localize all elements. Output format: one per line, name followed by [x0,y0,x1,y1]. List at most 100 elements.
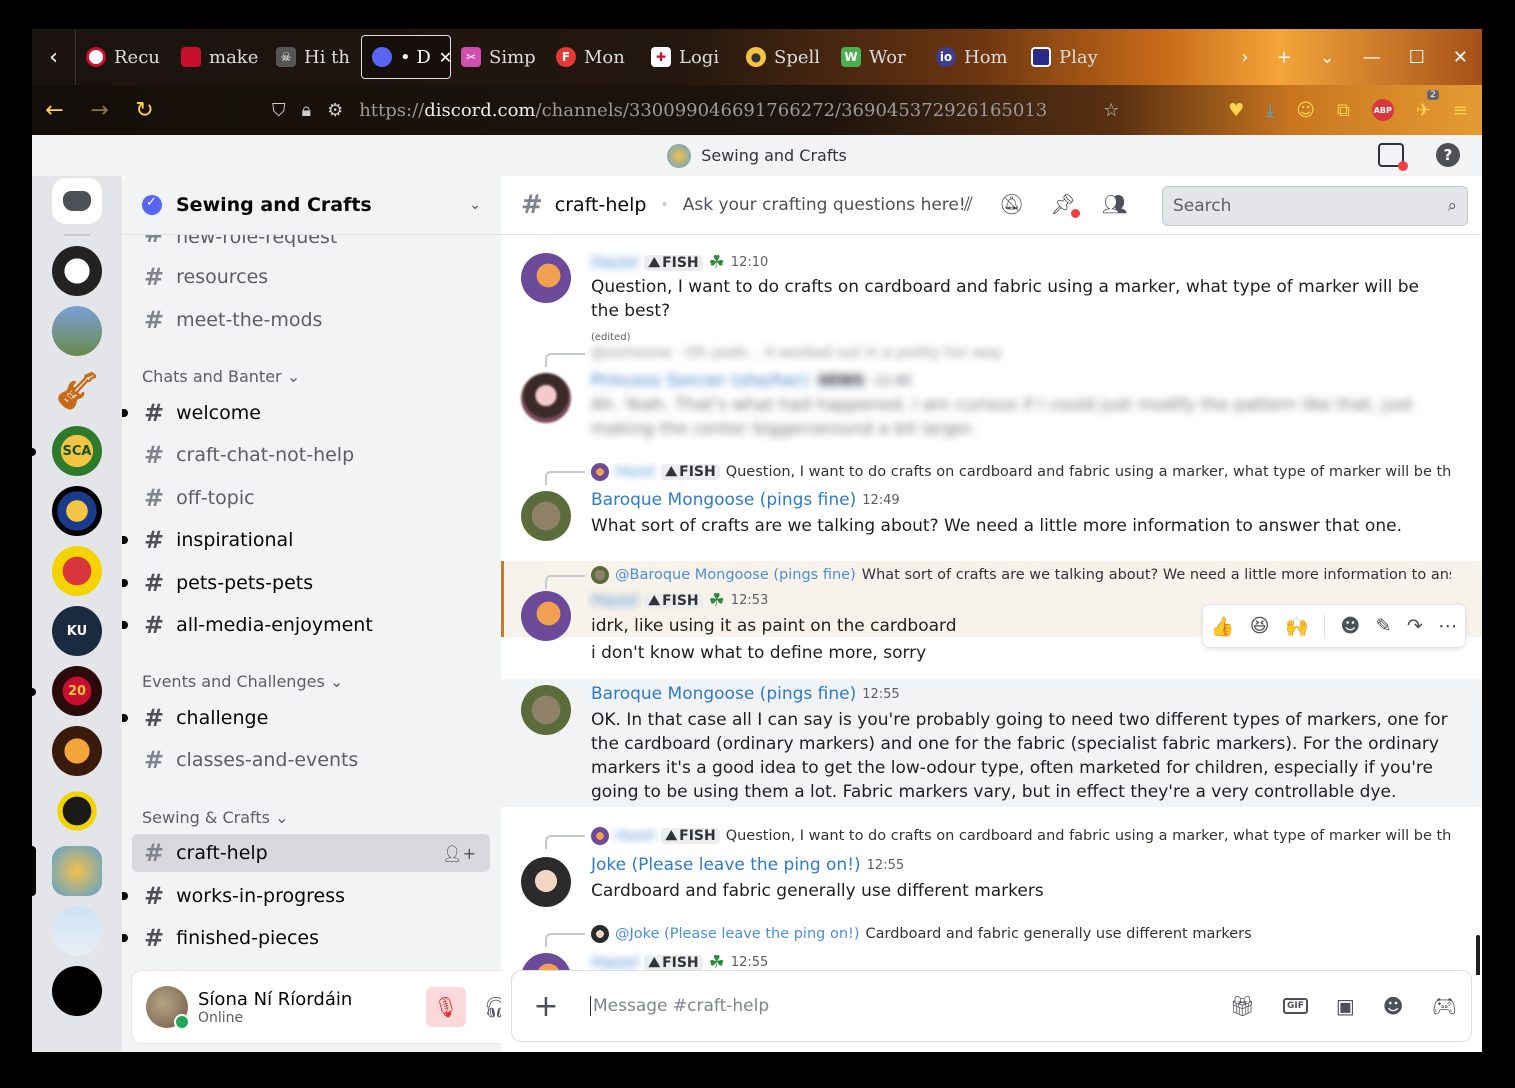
maximize-icon[interactable]: ☐ [1409,47,1425,68]
server-ku-icon[interactable]: KU [52,606,102,656]
author-name[interactable]: Baroque Mongoose (pings fine) [591,490,856,510]
tab-8[interactable]: W Wor [831,35,926,79]
server-shield-icon[interactable] [52,786,102,836]
timestamp[interactable]: 12:55 [867,858,904,873]
laughing-reaction-icon[interactable]: 😆 [1250,615,1270,637]
inbox-icon[interactable] [1378,143,1408,171]
avatar[interactable] [521,373,571,423]
author-name[interactable]: Hazel [591,591,638,611]
tab-7[interactable]: ● Spell [736,35,831,79]
forward-arrow-icon[interactable]: ↷ [1407,615,1423,637]
message-composer[interactable]: + Message #craft-help 🎁︎ GIF ▣ ☻ 🎮︎ [511,970,1472,1042]
notification-bell-muted-icon[interactable]: 🔕︎ [999,192,1024,216]
avatar[interactable] [521,253,571,303]
tab-9[interactable]: io Hom [926,35,1021,79]
message[interactable]: @someone · Oh yeah... it worked out in a… [501,335,1482,443]
pocket-icon[interactable]: ♥ [1228,100,1244,121]
edit-pencil-icon[interactable]: ✎ [1376,615,1392,637]
reply-preview[interactable]: @someone · Oh yeah... it worked out in a… [591,345,1451,361]
timestamp[interactable]: 12:10 [731,255,768,270]
message[interactable]: Hazel ⛰ FISH Question, I want to do craft… [501,821,1482,911]
extension-notify-icon[interactable]: ✈ 2 [1416,89,1439,121]
server-bird-icon[interactable] [52,246,102,296]
tab-0[interactable]: Recu [76,35,171,79]
timestamp[interactable]: 12:55 [862,687,899,702]
close-window-icon[interactable]: ✕ [1453,47,1468,68]
message[interactable]: Hazel ⛰ FISH ☘ 12:10 Question, I want to … [501,235,1482,343]
tab-2[interactable]: ☠ Hi th [266,35,361,79]
user-avatar[interactable] [146,986,190,1030]
tab-list-chevron-icon[interactable]: ⌄ [1320,47,1335,68]
avatar[interactable] [521,857,571,907]
avatar[interactable] [521,685,571,735]
pinned-messages-icon[interactable]: 📌︎ [1050,192,1080,218]
headphones-icon[interactable]: 🎧︎ [476,987,501,1027]
adblock-icon[interactable]: ABP [1371,99,1394,121]
server-sca-icon[interactable]: SCA [52,426,102,476]
thumbs-up-reaction-icon[interactable]: 👍 [1211,615,1235,638]
server-knot-icon[interactable] [52,726,102,776]
scrollbar-thumb[interactable] [1476,935,1480,975]
channel-off-topic[interactable]: # off-topic [132,479,490,517]
category-sewing-and-crafts[interactable]: Sewing & Crafts ⌄ [142,808,289,827]
author-name[interactable]: Hazel [591,253,638,273]
timestamp[interactable]: 12:49 [862,493,899,508]
mute-microphone-icon[interactable]: 🎙︎ [426,987,466,1027]
reply-preview[interactable]: @Joke (Please leave the ping on!) Cardbo… [591,925,1451,943]
sticker-icon[interactable]: ▣ [1336,994,1355,1018]
tab-3-active[interactable]: • D ✕ [361,35,451,79]
server-d20-icon[interactable]: 20 [52,666,102,716]
emoji-icon[interactable]: ☻ [1383,994,1404,1018]
member-list-icon[interactable]: 👥︎ [1102,192,1127,216]
channel-finished-pieces[interactable]: # finished-pieces [122,919,490,957]
tab-6[interactable]: ✚ Logi [641,35,736,79]
chevron-down-icon[interactable]: ⌄ [469,197,481,213]
activities-gamepad-icon[interactable]: 🎮︎ [1432,994,1457,1018]
server-sun-icon[interactable] [52,486,102,536]
channel-challenge[interactable]: # challenge [122,699,490,737]
reply-preview[interactable]: Hazel ⛰ FISH Question, I want to do craft… [591,827,1451,845]
profile-icon[interactable]: ☺ [1296,100,1315,121]
new-tab-icon[interactable]: + [1277,47,1292,68]
message-hovered[interactable]: Baroque Mongoose (pings fine) 12:55 OK. … [501,679,1482,807]
channel-craft-help[interactable]: # craft-help 👤︎+ [132,834,490,872]
timestamp[interactable]: 12:53 [731,593,768,608]
author-name[interactable]: Joke (Please leave the ping on!) [591,855,861,875]
help-icon[interactable]: ? [1436,143,1460,167]
threads-icon[interactable]: ⫽ [964,192,973,216]
channel-resources[interactable]: # resources [132,258,490,296]
channel-works-in-progress[interactable]: # works-in-progress [122,877,490,915]
add-attachment-icon[interactable]: + [526,989,566,1024]
tab-1[interactable]: make [171,35,266,79]
avatar[interactable] [521,491,571,541]
reload-icon[interactable]: ↻ [122,98,167,123]
avatar[interactable] [521,591,571,641]
more-options-icon[interactable]: ⋯ [1438,615,1457,637]
timestamp[interactable]: 12:48 [874,374,911,389]
menu-icon[interactable]: ≡ [1453,100,1468,121]
add-member-icon[interactable]: 👤︎+ [442,844,476,863]
server-castle-icon[interactable] [52,906,102,956]
url-text[interactable]: https://discord.com/channels/33009904669… [359,100,1047,121]
server-village-icon[interactable] [52,306,102,356]
forward-icon[interactable]: → [77,98,122,123]
back-icon[interactable]: ← [32,98,77,123]
message[interactable]: Hazel ⛰ FISH Question, I want to do craft… [501,457,1482,547]
discord-home-icon[interactable] [52,178,102,224]
lock-icon[interactable]: 🔒︎ [302,100,312,121]
message-input[interactable]: Message #craft-help [590,996,769,1016]
server-dark-icon[interactable] [52,966,102,1016]
server-crest-icon[interactable] [52,546,102,596]
category-chats-and-banter[interactable]: Chats and Banter ⌄ [142,367,300,386]
server-sewing-and-crafts-icon[interactable] [52,846,102,896]
timestamp[interactable]: 12:55 [731,955,768,970]
guild-header[interactable]: Sewing and Crafts ⌄ [122,176,501,235]
shield-icon[interactable]: ⛉ [272,100,286,121]
permissions-icon[interactable]: ⚙ [327,100,343,121]
add-reaction-icon[interactable]: ☻ [1340,615,1360,637]
bookmark-star-icon[interactable]: ☆ [1103,100,1119,121]
tab-scroll-left-icon[interactable]: ‹ [32,29,76,85]
tab-10[interactable]: Play [1021,35,1116,79]
reply-preview[interactable]: @Baroque Mongoose (pings fine) What sort… [591,566,1451,584]
close-tab-icon[interactable]: ✕ [439,48,450,67]
